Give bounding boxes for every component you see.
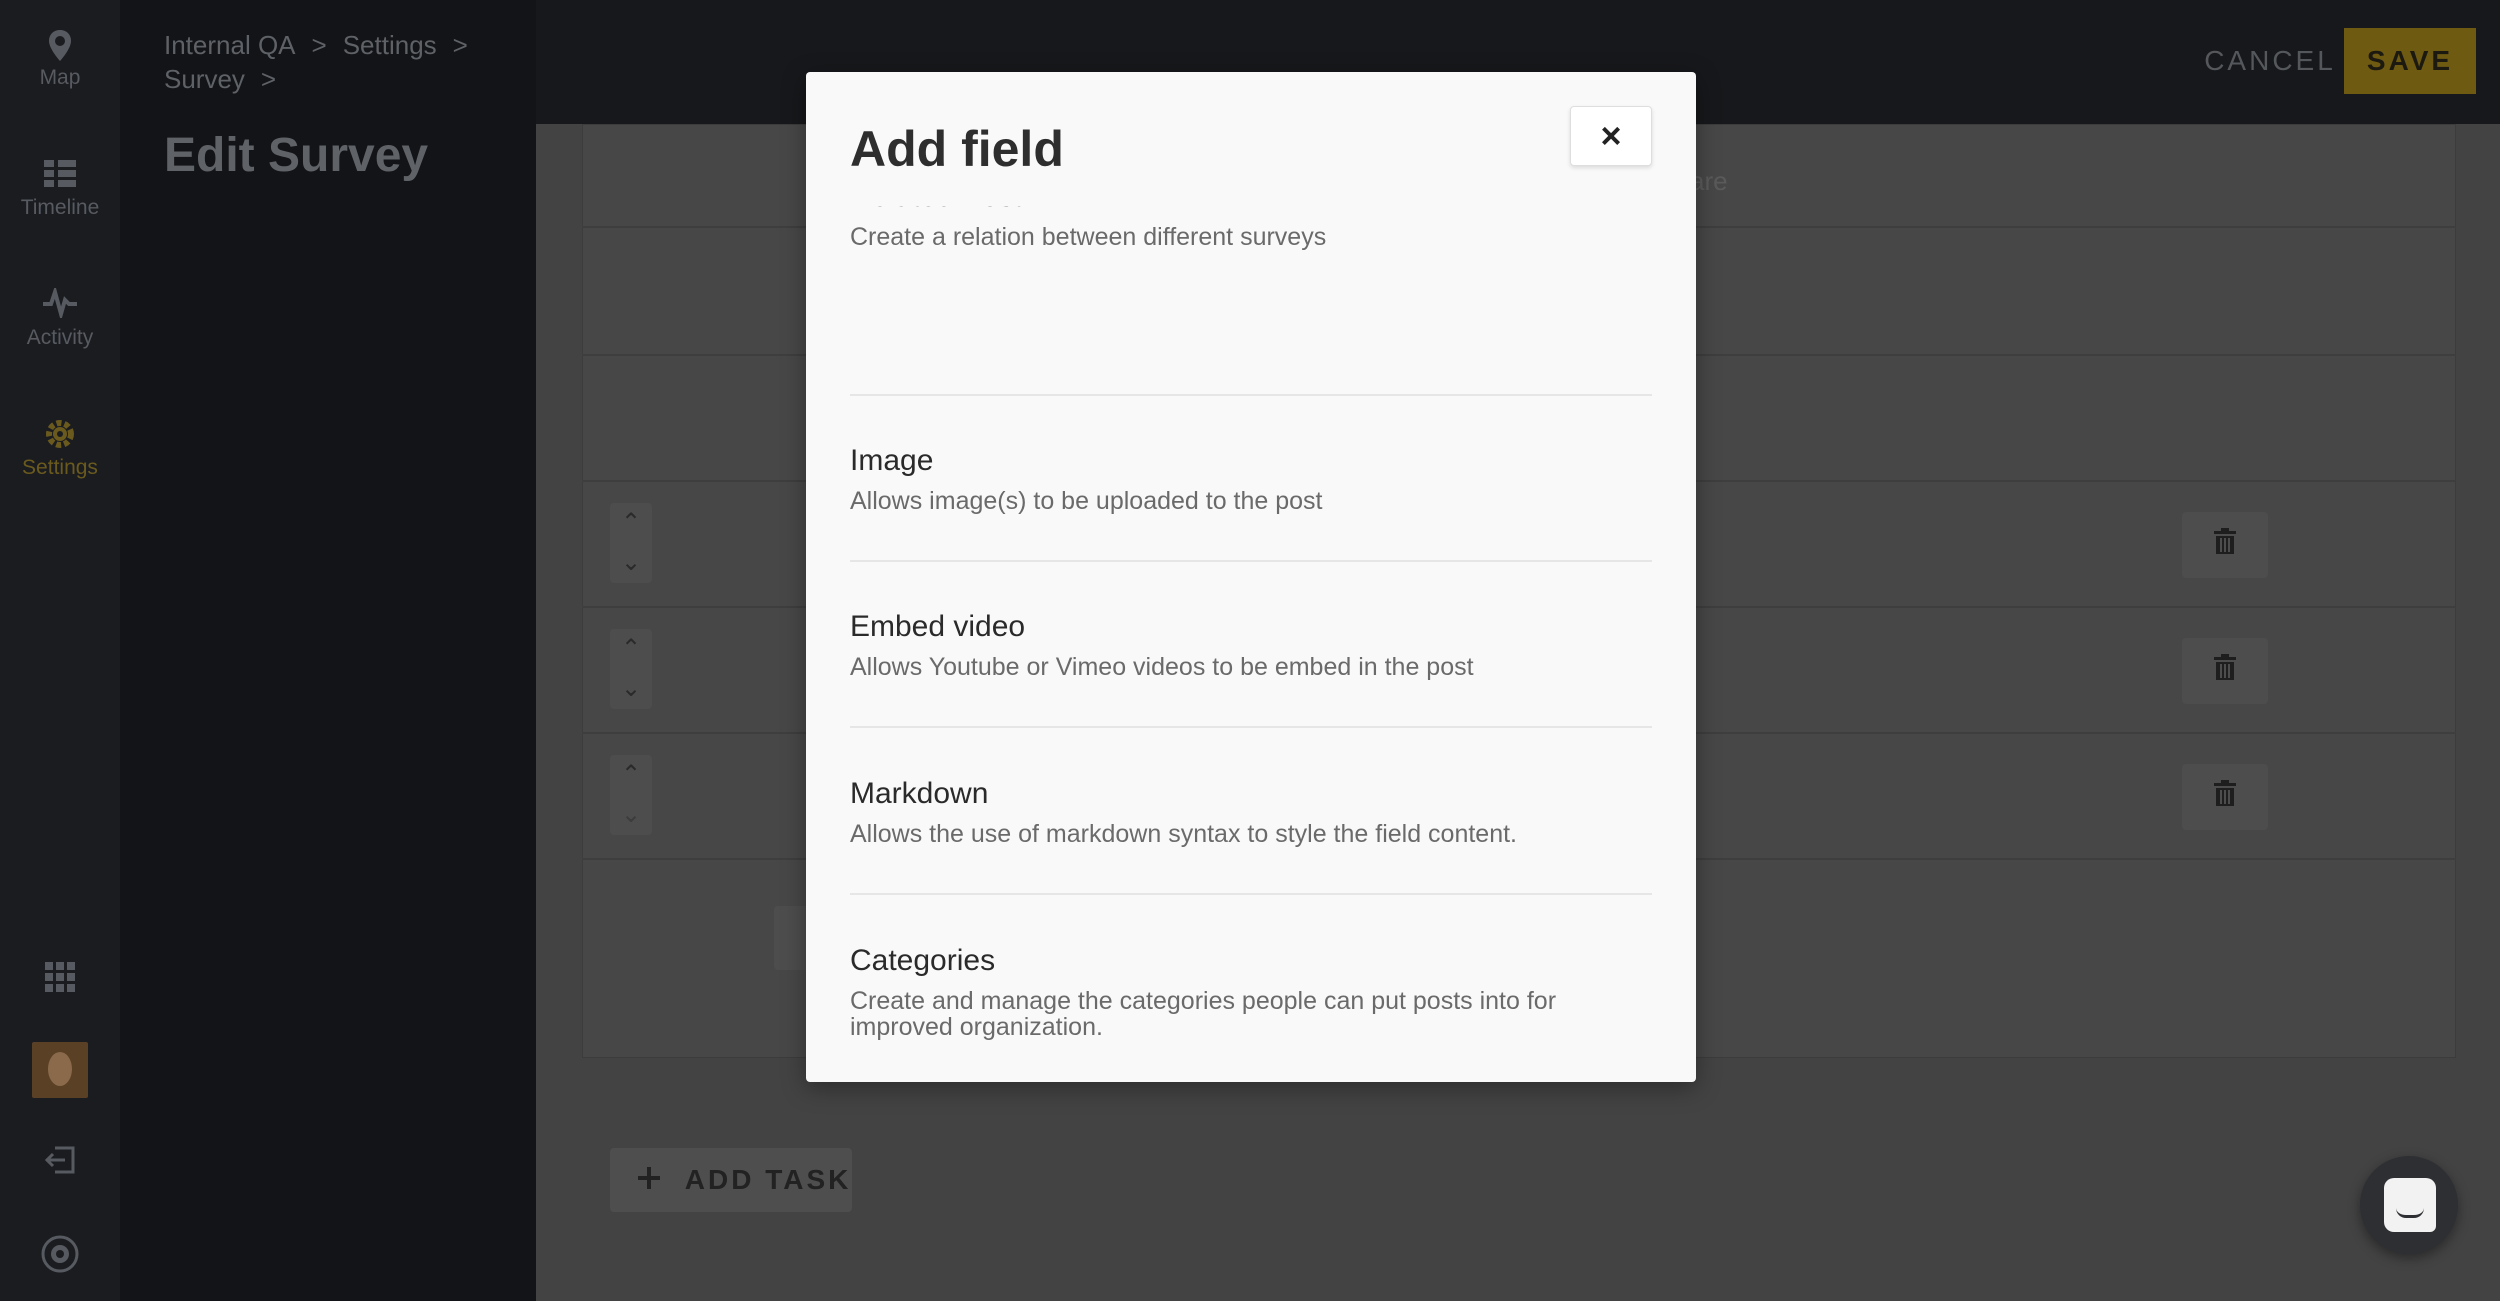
field-type-name: Image	[850, 444, 934, 477]
move-up-icon[interactable]: ⌃	[610, 629, 652, 669]
field-type-name: Categories	[850, 944, 996, 977]
move-up-icon[interactable]: ⌃	[610, 755, 652, 795]
divider	[850, 560, 1652, 562]
main-nav: Map Timeline Activity Settings	[0, 0, 120, 1301]
nav-item-activity[interactable]: Activity	[0, 285, 120, 388]
apps-grid-icon	[0, 962, 120, 998]
apps-button[interactable]	[0, 962, 120, 998]
plus-icon	[638, 1164, 671, 1195]
nav-item-label: Activity	[26, 326, 94, 349]
breadcrumb-item-settings[interactable]: Settings	[343, 30, 437, 60]
divider	[850, 893, 1652, 895]
move-down-icon[interactable]: ⌄	[610, 543, 652, 583]
field-type-image[interactable]: Image Allows image(s) to be uploaded to …	[850, 444, 1652, 514]
help-button[interactable]	[0, 1234, 120, 1274]
nav-item-label: Timeline	[20, 196, 100, 219]
logout-icon	[0, 1146, 120, 1182]
move-down-icon[interactable]: ⌄	[610, 669, 652, 709]
breadcrumb-separator: >	[311, 30, 327, 60]
field-type-description: Allows the use of markdown syntax to sty…	[850, 820, 1518, 848]
field-type-description: Allows image(s) to be uploaded to the po…	[850, 487, 1323, 515]
breadcrumb-item-survey[interactable]: Survey	[164, 64, 245, 94]
trash-icon	[2214, 654, 2236, 687]
nav-item-timeline[interactable]: Timeline	[0, 158, 120, 258]
divider	[850, 726, 1652, 728]
trash-icon	[2214, 528, 2236, 561]
breadcrumb: Internal QA > Settings > Survey >	[164, 28, 504, 96]
field-reorder-control: ⌃ ⌄	[610, 755, 652, 835]
move-up-icon[interactable]: ⌃	[610, 503, 652, 543]
map-pin-icon	[0, 28, 120, 64]
logout-button[interactable]	[0, 1146, 120, 1182]
field-reorder-control: ⌃ ⌄	[610, 629, 652, 709]
field-type-description: Create a relation between different surv…	[850, 223, 1327, 251]
timeline-icon	[0, 158, 120, 194]
delete-field-button[interactable]	[2182, 638, 2268, 704]
field-type-name: Embed video	[850, 610, 1026, 643]
settings-panel: Internal QA > Settings > Survey > Edit Surve…	[120, 0, 536, 1301]
add-task-button[interactable]: ADD TASK	[610, 1148, 852, 1212]
nav-item-map[interactable]: Map	[0, 28, 120, 128]
field-type-list: Related Post Create a relation between d…	[850, 206, 1652, 1066]
nav-item-label: Map	[39, 66, 81, 89]
field-type-markdown[interactable]: Markdown Allows the use of markdown synt…	[850, 777, 1652, 847]
nav-item-label: Settings	[22, 456, 98, 479]
cancel-button[interactable]: CANCEL	[2170, 28, 2370, 94]
field-type-categories[interactable]: Categories Create and manage the categor…	[850, 944, 1652, 1040]
field-type-description: Allows Youtube or Vimeo videos to be emb…	[850, 653, 1474, 681]
breadcrumb-item-internal-qa[interactable]: Internal QA	[164, 30, 296, 60]
field-type-name: Related Post	[850, 206, 1652, 214]
field-type-embed-video[interactable]: Embed video Allows Youtube or Vimeo vide…	[850, 610, 1652, 680]
trash-icon	[2214, 780, 2236, 813]
add-field-modal: Add field × Related Post Create a relati…	[806, 72, 1696, 1082]
close-icon[interactable]: ×	[1570, 106, 1652, 166]
divider	[850, 394, 1652, 396]
activity-icon	[0, 285, 120, 324]
save-button[interactable]: SAVE	[2344, 28, 2476, 94]
help-globe-icon	[0, 1234, 120, 1273]
add-task-label: ADD TASK	[684, 1164, 852, 1195]
field-type-description: Create and manage the categories people …	[850, 987, 1557, 1041]
field-type-name: Markdown	[850, 777, 989, 810]
chat-launcher[interactable]	[2360, 1156, 2458, 1254]
breadcrumb-separator: >	[452, 30, 468, 60]
breadcrumb-separator: >	[260, 64, 277, 94]
page-title: Edit Survey	[164, 129, 429, 182]
delete-field-button[interactable]	[2182, 764, 2268, 830]
gear-icon	[0, 418, 120, 454]
delete-field-button[interactable]	[2182, 512, 2268, 578]
avatar[interactable]	[32, 1042, 88, 1098]
nav-item-settings[interactable]: Settings	[0, 418, 120, 518]
chat-icon	[2384, 1178, 2436, 1232]
field-reorder-control: ⌃ ⌄	[610, 503, 652, 583]
move-down-icon[interactable]: ⌄	[610, 795, 652, 835]
field-type-related-post[interactable]: Related Post Create a relation between d…	[850, 206, 1652, 250]
modal-title: Add field	[850, 121, 1064, 177]
